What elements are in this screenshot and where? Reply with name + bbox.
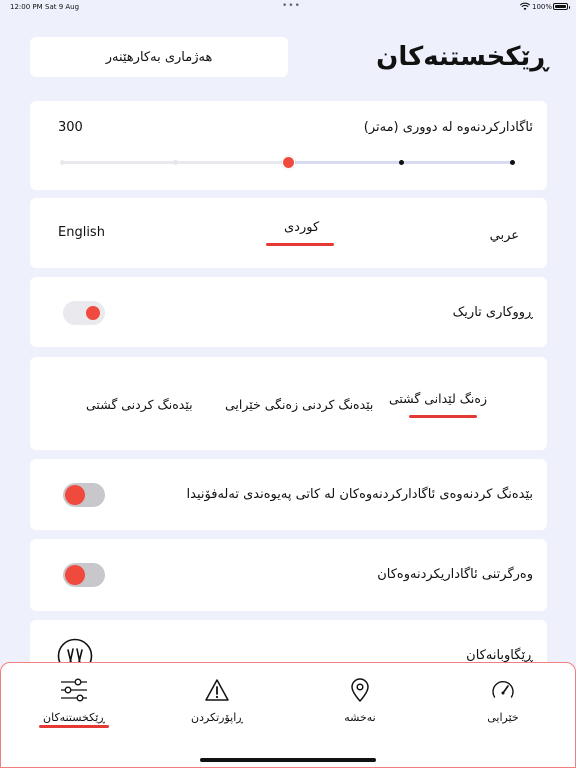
map-pin-icon (351, 678, 369, 702)
sliders-icon (61, 678, 87, 702)
language-selected-underline (266, 243, 334, 246)
alert-distance-value: 300 (58, 120, 83, 135)
dark-mode-toggle[interactable] (63, 301, 105, 325)
toggle-knob (65, 485, 85, 505)
slider-tick (398, 160, 404, 165)
nav-active-underline (39, 725, 109, 728)
nav-label-settings: ڕێکخستنەکان (43, 711, 105, 724)
nav-label-report: ڕاپۆرتکردن (190, 711, 243, 724)
alert-distance-card: ئاگادارکردنەوە لە دووری (مەتر) 300 (30, 101, 547, 190)
home-indicator[interactable] (200, 758, 376, 762)
user-stats-button[interactable]: هەژماری بەکارهێنەر (30, 37, 288, 77)
sound-mode-card: زەنگ لێدانی گشتی بێدەنگ کردنی زەنگی خێرا… (30, 357, 547, 450)
mute-on-call-card: بێدەنگ کردنەوەی ئاگادارکردنەوەکان لە کات… (30, 459, 547, 530)
mute-on-call-label: بێدەنگ کردنەوەی ئاگادارکردنەوەکان لە کات… (186, 487, 533, 502)
warning-icon (205, 679, 229, 701)
toggle-knob (65, 565, 85, 585)
status-date: Sat 9 Aug (45, 3, 80, 11)
language-card: عربي کوردی English (30, 198, 547, 268)
guides-label: ڕێگاوبانەکان (466, 648, 533, 663)
nav-item-report[interactable]: ڕاپۆرتکردن (157, 677, 277, 724)
slider-thumb[interactable] (281, 156, 295, 169)
nav-item-speed[interactable]: خێرایی (443, 677, 563, 724)
slider-tick (59, 160, 65, 165)
nav-item-settings[interactable]: ڕێکخستنەکان (14, 677, 134, 724)
status-time: 12:00 PM (10, 3, 43, 11)
mute-on-call-toggle[interactable] (63, 483, 105, 507)
nav-label-map: نەخشە (344, 711, 376, 724)
speedometer-icon (492, 681, 514, 698)
multitasking-dots-icon[interactable]: ••• (282, 1, 301, 11)
alert-distance-label: ئاگادارکردنەوە لە دووری (مەتر) (363, 120, 533, 135)
language-option-arabic[interactable]: عربي (490, 228, 519, 243)
sound-option-mute-all[interactable]: بێدەنگ کردنی گشتی (86, 397, 193, 412)
slider-tick (509, 160, 515, 165)
sound-selected-underline (409, 415, 477, 418)
alert-distance-slider[interactable] (59, 153, 515, 171)
language-option-english[interactable]: English (58, 225, 105, 240)
dark-mode-label: ڕووکاری تاریک (452, 305, 533, 320)
dark-mode-card: ڕووکاری تاریک (30, 277, 547, 347)
language-option-kurdish[interactable]: کوردی (284, 220, 319, 235)
page-title: ڕێکخستنەکان (376, 42, 548, 72)
nav-item-map[interactable]: نەخشە (300, 677, 420, 724)
receive-alerts-toggle[interactable] (63, 563, 105, 587)
receive-alerts-card: وەرگرتنی ئاگاداریکردنەوەکان (30, 539, 547, 611)
sound-option-mute-speed[interactable]: بێدەنگ کردنی زەنگی خێرایی (225, 397, 373, 412)
nav-label-speed: خێرایی (487, 711, 519, 724)
sound-option-ring-all[interactable]: زەنگ لێدانی گشتی (389, 391, 487, 406)
battery-icon (553, 3, 570, 10)
slider-tick (172, 160, 178, 165)
status-bar: 12:00 PM Sat 9 Aug ••• 100% (0, 0, 576, 14)
receive-alerts-label: وەرگرتنی ئاگاداریکردنەوەکان (377, 567, 533, 582)
battery-percentage: 100% (532, 3, 553, 11)
toggle-knob (86, 306, 100, 320)
bottom-navigation: ڕێکخستنەکان ڕاپۆرتکردن نەخشە خێرایی (0, 662, 576, 768)
wifi-icon (520, 2, 530, 11)
